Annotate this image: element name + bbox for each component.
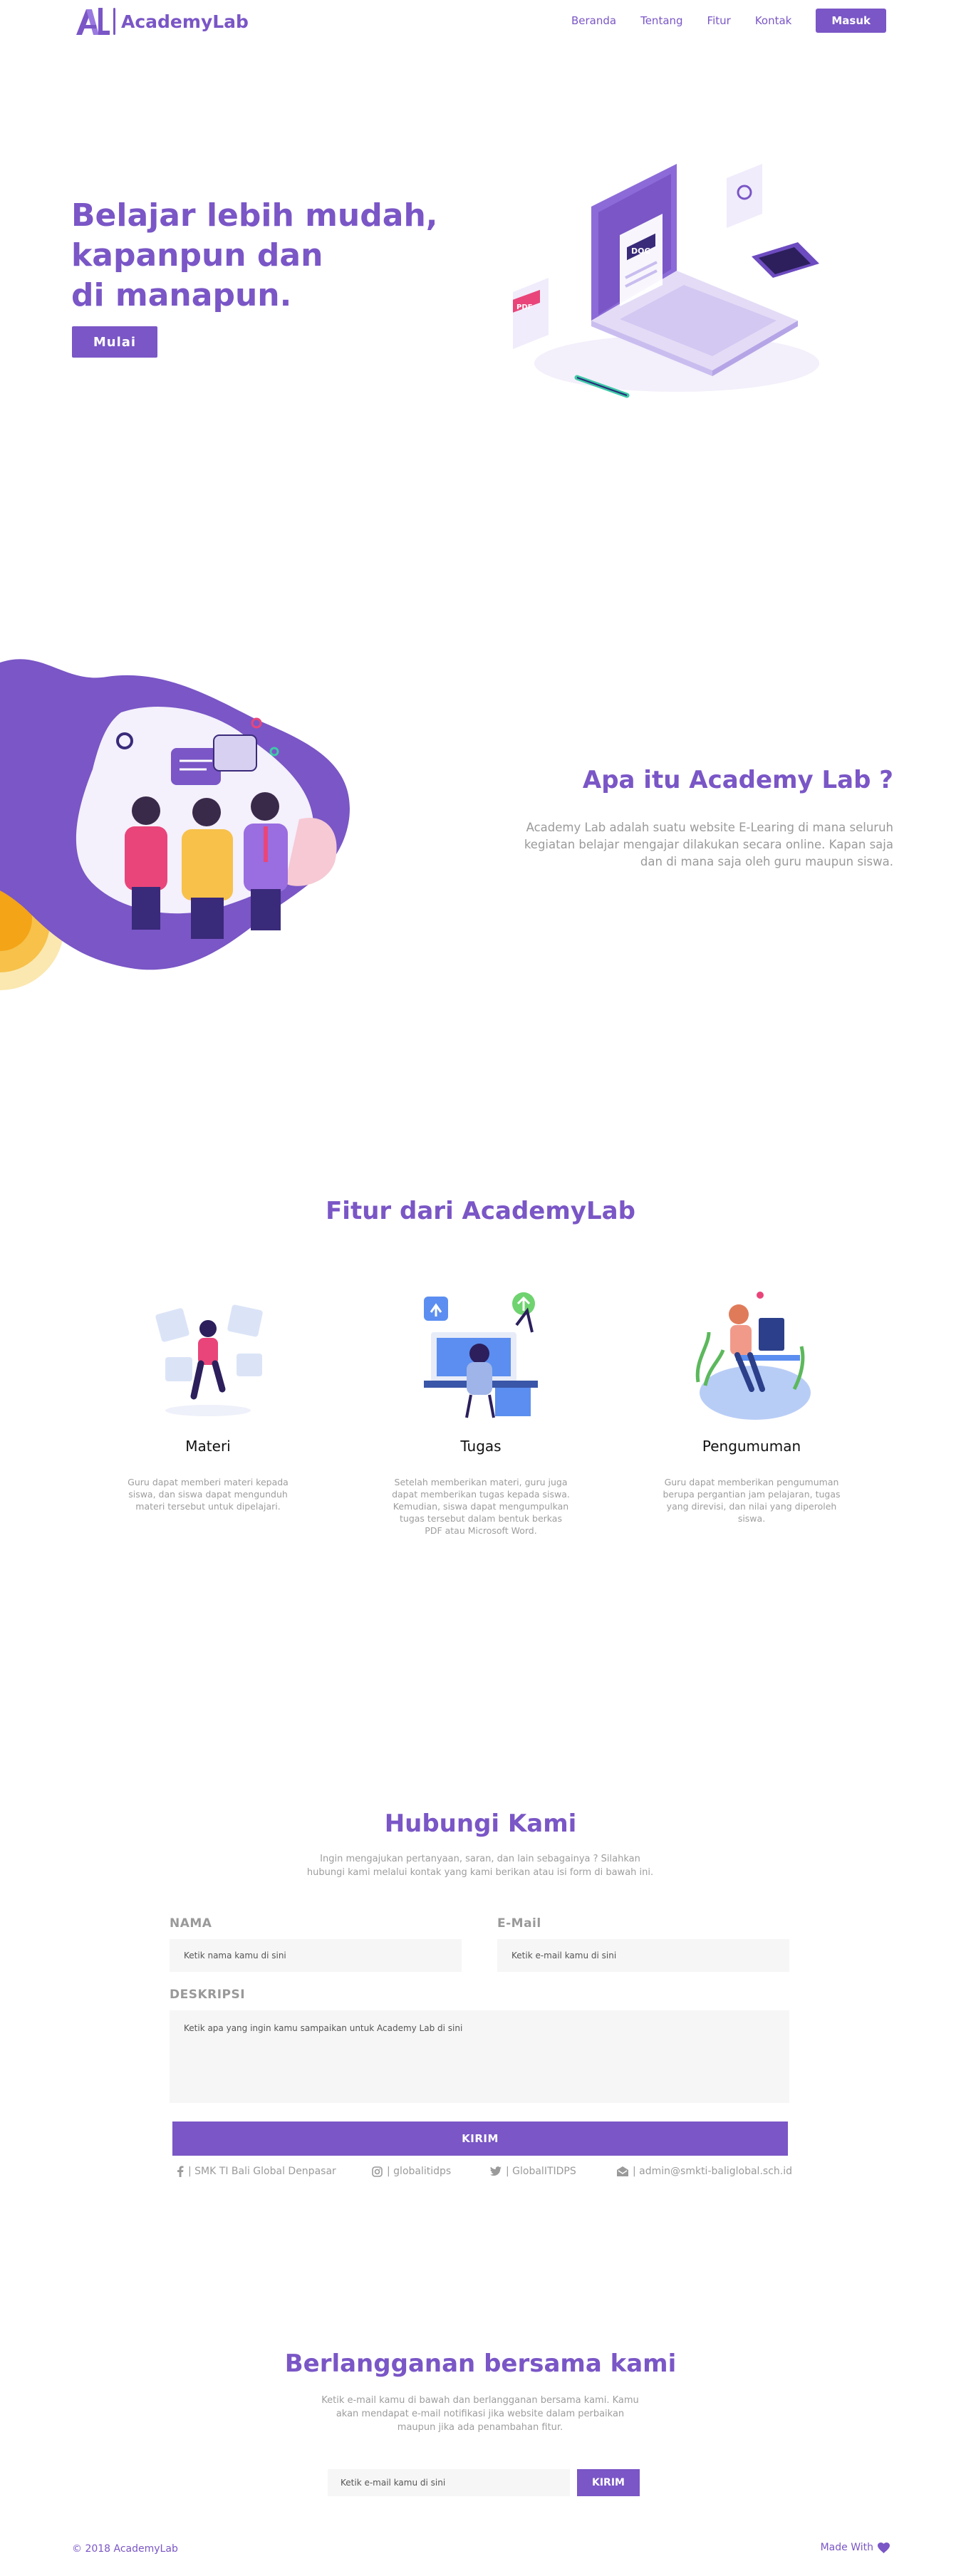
team-illustration bbox=[0, 655, 370, 1012]
navbar: AcademyLab Beranda Tentang Fitur Kontak … bbox=[0, 0, 961, 43]
subscribe-email-field[interactable]: Ketik e-mail kamu di sini bbox=[328, 2469, 570, 2496]
logo[interactable]: AcademyLab bbox=[75, 6, 249, 37]
materi-illustration bbox=[137, 1289, 279, 1425]
start-button[interactable]: Mulai bbox=[72, 326, 157, 358]
send-button[interactable]: KIRIM bbox=[172, 2121, 788, 2156]
feature-desc: Guru dapat memberikan pengumuman berupa … bbox=[663, 1477, 841, 1524]
hero-title-line: di manapun. bbox=[71, 277, 292, 313]
pengumuman-illustration bbox=[680, 1289, 823, 1425]
login-button[interactable]: Masuk bbox=[816, 9, 886, 33]
nav-link-kontak[interactable]: Kontak bbox=[755, 14, 792, 27]
instagram-icon bbox=[372, 2166, 383, 2177]
contact-subtitle: Ingin mengajukan pertanyaan, saran, dan … bbox=[306, 1854, 654, 1878]
name-label: NAMA bbox=[170, 1916, 212, 1931]
mail-icon bbox=[617, 2166, 628, 2176]
social-email[interactable]: | admin@smkti-baliglobal.sch.id bbox=[617, 2166, 792, 2177]
heart-icon bbox=[878, 2542, 890, 2553]
about-title: Apa itu Academy Lab ? bbox=[582, 766, 893, 794]
pdf-label: PDF bbox=[516, 303, 532, 311]
social-text: | GlobalITIDPS bbox=[506, 2166, 576, 2177]
subscribe-button[interactable]: KIRIM bbox=[577, 2469, 640, 2496]
logo-mark-icon bbox=[75, 6, 110, 36]
footer-made-with: Made With bbox=[821, 2542, 890, 2553]
social-instagram[interactable]: | globalitidps bbox=[372, 2166, 451, 2177]
social-text: | globalitidps bbox=[387, 2166, 452, 2177]
tugas-illustration bbox=[410, 1289, 552, 1425]
subscribe-text: Ketik e-mail kamu di bawah dan berlangga… bbox=[321, 2395, 639, 2433]
contact-title: Hubungi Kami bbox=[384, 1809, 577, 1838]
footer-copyright: © 2018 AcademyLab bbox=[72, 2543, 178, 2555]
doc-label: DOC bbox=[631, 246, 650, 256]
feature-name: Tugas bbox=[460, 1438, 502, 1455]
feature-card-pengumuman: Pengumuman Guru dapat memberikan pengumu… bbox=[652, 1289, 851, 1525]
social-facebook[interactable]: | SMK TI Bali Global Denpasar bbox=[177, 2166, 336, 2177]
feature-name: Pengumuman bbox=[702, 1438, 801, 1455]
nav-link-fitur[interactable]: Fitur bbox=[707, 14, 731, 27]
name-field[interactable]: Ketik nama kamu di sini bbox=[170, 1939, 462, 1972]
feature-card-materi: Materi Guru dapat memberi materi kepada … bbox=[108, 1289, 308, 1512]
social-twitter[interactable]: | GlobalITIDPS bbox=[490, 2166, 576, 2177]
feature-card-tugas: Tugas Setelah memberikan materi, guru ju… bbox=[381, 1289, 581, 1537]
description-label: DESKRIPSI bbox=[170, 1988, 246, 2002]
logo-text: AcademyLab bbox=[121, 11, 249, 32]
email-label: E-Mail bbox=[497, 1916, 541, 1931]
logo-divider bbox=[113, 8, 115, 35]
social-text: | SMK TI Bali Global Denpasar bbox=[188, 2166, 336, 2177]
social-text: | admin@smkti-baliglobal.sch.id bbox=[633, 2166, 792, 2177]
facebook-icon bbox=[177, 2166, 184, 2177]
feature-desc: Setelah memberikan materi, guru juga dap… bbox=[392, 1477, 570, 1536]
subscribe-title: Berlangganan bersama kami bbox=[284, 2349, 677, 2378]
about-text: Academy Lab adalah suatu website E-Leari… bbox=[524, 821, 893, 868]
made-with-text: Made With bbox=[820, 2542, 873, 2553]
nav-link-beranda[interactable]: Beranda bbox=[571, 14, 616, 27]
nav-links: Beranda Tentang Fitur Kontak Masuk bbox=[547, 9, 886, 33]
hero-title-line: kapanpun dan bbox=[71, 237, 323, 274]
nav-link-tentang[interactable]: Tentang bbox=[640, 14, 682, 27]
feature-name: Materi bbox=[185, 1438, 231, 1455]
features-title: Fitur dari AcademyLab bbox=[326, 1197, 635, 1225]
laptop-illustration: DOC PDF bbox=[499, 150, 841, 413]
feature-desc: Guru dapat memberi materi kepada siswa, … bbox=[128, 1477, 289, 1512]
email-field[interactable]: Ketik e-mail kamu di sini bbox=[497, 1939, 789, 1972]
hero-title-line: Belajar lebih mudah, bbox=[71, 197, 438, 234]
description-textarea[interactable]: Ketik apa yang ingin kamu sampaikan untu… bbox=[170, 2010, 789, 2103]
twitter-icon bbox=[490, 2166, 502, 2176]
hero-title: Belajar lebih mudah, kapanpun dan di man… bbox=[71, 196, 442, 316]
